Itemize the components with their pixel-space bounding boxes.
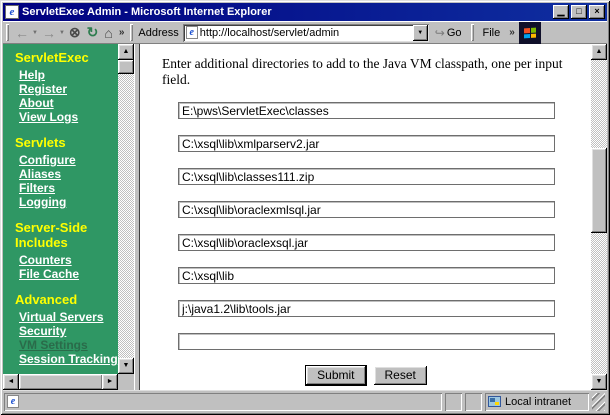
toolbar-overflow-chevron[interactable]: »: [116, 27, 128, 38]
forward-button[interactable]: →: [39, 23, 59, 43]
stop-button[interactable]: ⊗: [66, 23, 84, 43]
form-buttons: Submit Reset: [178, 366, 555, 385]
menu-overflow-chevron[interactable]: »: [506, 27, 518, 38]
scroll-right-button[interactable]: ►: [102, 374, 118, 390]
scrollbar-thumb[interactable]: [591, 148, 607, 233]
go-label: Go: [447, 27, 462, 39]
title-bar: e ServletExec Admin - Microsoft Internet…: [3, 3, 607, 21]
minimize-button[interactable]: ▁: [553, 5, 569, 19]
status-panel-1: [445, 393, 462, 411]
back-button[interactable]: ←: [12, 23, 32, 43]
reset-button[interactable]: Reset: [374, 366, 427, 385]
classpath-input-1[interactable]: [178, 102, 555, 119]
scroll-up-button[interactable]: ▲: [591, 44, 607, 60]
sidebar-link-register[interactable]: Register: [19, 82, 115, 96]
status-ie-page-icon: e: [7, 395, 19, 408]
scroll-down-button[interactable]: ▼: [118, 358, 134, 374]
resize-grip[interactable]: [592, 393, 605, 411]
toolbar: ← ▼ → ▼ ⊗ ↻ ⌂ » Address e ▼ ↪ Go File »: [3, 21, 607, 44]
sidebar-link-file-cache[interactable]: File Cache: [19, 267, 115, 281]
classpath-input-8[interactable]: [178, 333, 555, 350]
stop-icon: ⊗: [69, 24, 81, 41]
address-input[interactable]: [198, 26, 413, 40]
sidebar-frame: ServletExec Help Register About View Log…: [3, 44, 134, 390]
sidebar-link-virtual-servers[interactable]: Virtual Servers: [19, 310, 115, 324]
section-server-side-includes: Server-Side Includes Counters File Cache: [10, 220, 115, 281]
status-panel-2: [465, 393, 482, 411]
sidebar-heading-servletexec: ServletExec: [15, 50, 115, 65]
back-icon: ←: [15, 25, 29, 41]
section-servletexec: ServletExec Help Register About View Log…: [10, 50, 115, 124]
sidebar-heading-advanced: Advanced: [15, 292, 115, 307]
submit-button[interactable]: Submit: [306, 366, 365, 385]
vm-settings-page: Enter additional directories to add to t…: [140, 44, 591, 385]
menu-band-grip[interactable]: [471, 24, 474, 41]
sidebar-horizontal-scrollbar[interactable]: ◄ ►: [3, 374, 118, 390]
sidebar-vertical-scrollbar[interactable]: ▲ ▼: [118, 44, 134, 374]
address-band-grip[interactable]: [130, 24, 133, 41]
sidebar-link-counters[interactable]: Counters: [19, 253, 115, 267]
back-dropdown[interactable]: ▼: [32, 30, 39, 36]
address-bar[interactable]: e ▼: [183, 24, 429, 42]
maximize-button[interactable]: □: [571, 5, 587, 19]
frame-area: ServletExec Help Register About View Log…: [3, 44, 607, 390]
security-zone-panel: Local intranet: [485, 393, 589, 411]
refresh-button[interactable]: ↻: [84, 23, 102, 43]
section-servlets: Servlets Configure Aliases Filters Loggi…: [10, 135, 115, 209]
classpath-input-2[interactable]: [178, 135, 555, 152]
go-arrow-icon: ↪: [435, 26, 445, 40]
sidebar-link-view-logs[interactable]: View Logs: [19, 110, 115, 124]
toolbar-grip[interactable]: [6, 24, 9, 41]
scrollbar-track[interactable]: [118, 44, 134, 374]
windows-flag-icon: [524, 27, 536, 38]
sidebar-heading-server-side-includes: Server-Side Includes: [15, 220, 115, 250]
forward-dropdown[interactable]: ▼: [59, 30, 66, 36]
classpath-instruction: Enter additional directories to add to t…: [162, 56, 591, 88]
scrollbar-corner: [118, 374, 134, 390]
sidebar-nav: ServletExec Help Register About View Log…: [3, 44, 118, 390]
ie-page-icon: e: [5, 5, 19, 19]
address-dropdown-button[interactable]: ▼: [413, 25, 428, 41]
address-label: Address: [136, 27, 182, 39]
main-vertical-scrollbar[interactable]: ▲ ▼: [591, 44, 607, 390]
home-button[interactable]: ⌂: [101, 23, 115, 43]
status-message-panel: e: [4, 393, 442, 411]
scrollbar-thumb[interactable]: [19, 374, 103, 390]
scrollbar-thumb[interactable]: [118, 60, 134, 74]
main-frame: Enter additional directories to add to t…: [140, 44, 591, 390]
sidebar-heading-servlets: Servlets: [15, 135, 115, 150]
classpath-input-5[interactable]: [178, 234, 555, 251]
status-bar: e Local intranet: [3, 390, 607, 412]
sidebar-link-security[interactable]: Security: [19, 324, 115, 338]
scroll-down-button[interactable]: ▼: [591, 374, 607, 390]
zone-label: Local intranet: [505, 396, 571, 408]
classpath-input-7[interactable]: [178, 300, 555, 317]
refresh-icon: ↻: [87, 24, 99, 41]
classpath-input-3[interactable]: [178, 168, 555, 185]
address-page-icon: e: [186, 26, 198, 39]
scroll-left-button[interactable]: ◄: [3, 374, 19, 390]
sidebar-link-aliases[interactable]: Aliases: [19, 167, 115, 181]
scroll-up-button[interactable]: ▲: [118, 44, 134, 60]
classpath-input-6[interactable]: [178, 267, 555, 284]
sidebar-link-about[interactable]: About: [19, 96, 115, 110]
classpath-input-4[interactable]: [178, 201, 555, 218]
section-advanced: Advanced Virtual Servers Security VM Set…: [10, 292, 115, 366]
go-button[interactable]: ↪ Go: [429, 23, 468, 43]
sidebar-link-logging[interactable]: Logging: [19, 195, 115, 209]
home-icon: ⌂: [104, 25, 112, 41]
browser-window: e ServletExec Admin - Microsoft Internet…: [0, 0, 610, 415]
close-button[interactable]: ×: [589, 5, 605, 19]
classpath-fields: [178, 102, 555, 350]
forward-icon: →: [42, 25, 56, 41]
local-intranet-icon: [488, 396, 501, 407]
sidebar-link-configure[interactable]: Configure: [19, 153, 115, 167]
sidebar-link-session-tracking[interactable]: Session Tracking: [19, 352, 115, 366]
sidebar-link-vm-settings[interactable]: VM Settings: [19, 338, 115, 352]
brand-logo: [519, 22, 541, 44]
file-menu[interactable]: File: [477, 27, 507, 39]
sidebar-link-filters[interactable]: Filters: [19, 181, 115, 195]
window-title: ServletExec Admin - Microsoft Internet E…: [22, 6, 551, 18]
sidebar-link-help[interactable]: Help: [19, 68, 115, 82]
